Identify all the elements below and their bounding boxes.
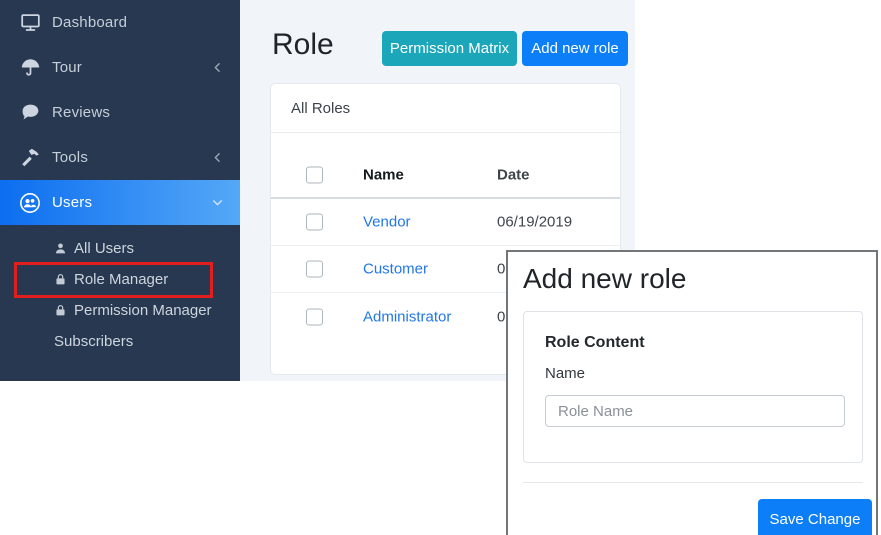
- sidebar-item-label: Users: [52, 194, 211, 211]
- column-header-name: Name: [363, 166, 404, 183]
- submenu-item-subscribers[interactable]: Subscribers: [0, 326, 240, 357]
- save-change-button[interactable]: Save Change: [758, 499, 872, 535]
- submenu-item-label: Subscribers: [54, 333, 133, 350]
- sidebar-item-dashboard[interactable]: Dashboard: [0, 0, 240, 45]
- submenu-item-all-users[interactable]: All Users: [0, 233, 240, 264]
- sidebar-item-tour[interactable]: Tour: [0, 45, 240, 90]
- add-new-role-modal: Add new role Role Content Name Save Chan…: [506, 250, 878, 535]
- name-field-label: Name: [545, 365, 862, 382]
- chevron-down-icon: [211, 196, 224, 209]
- sidebar-item-users[interactable]: Users: [0, 180, 240, 225]
- role-link-vendor[interactable]: Vendor: [363, 214, 411, 231]
- add-new-role-button[interactable]: Add new role: [522, 31, 628, 66]
- row-checkbox[interactable]: [306, 214, 323, 231]
- role-content-card: Role Content Name: [523, 311, 863, 463]
- sidebar-item-label: Reviews: [52, 104, 224, 121]
- row-checkbox[interactable]: [306, 261, 323, 278]
- lock-icon: [54, 273, 68, 287]
- table-row: Vendor 06/19/2019: [271, 199, 620, 246]
- role-link-customer[interactable]: Customer: [363, 261, 428, 278]
- umbrella-icon: [19, 57, 41, 79]
- submenu-item-permission-manager[interactable]: Permission Manager: [0, 295, 240, 326]
- permission-matrix-button[interactable]: Permission Matrix: [382, 31, 517, 66]
- submenu-item-label: Role Manager: [74, 271, 168, 288]
- sidebar-item-tools[interactable]: Tools: [0, 135, 240, 180]
- select-all-checkbox[interactable]: [306, 166, 323, 183]
- lock-icon: [54, 304, 68, 318]
- users-submenu: All Users Role Manager Permission Manage…: [0, 225, 240, 357]
- submenu-item-label: Permission Manager: [74, 302, 212, 319]
- chevron-left-icon: [211, 61, 224, 74]
- submenu-item-role-manager[interactable]: Role Manager: [0, 264, 240, 295]
- row-checkbox[interactable]: [306, 308, 323, 325]
- role-date: 06/19/2019: [497, 214, 572, 231]
- sidebar-item-label: Tour: [52, 59, 211, 76]
- column-header-date: Date: [497, 166, 530, 183]
- sidebar-item-label: Tools: [52, 149, 211, 166]
- chevron-left-icon: [211, 151, 224, 164]
- role-link-administrator[interactable]: Administrator: [363, 308, 451, 325]
- sidebar: Dashboard Tour Reviews Tools Users: [0, 0, 240, 381]
- role-name-input[interactable]: [545, 395, 845, 427]
- chat-icon: [19, 102, 41, 124]
- monitor-icon: [19, 12, 41, 34]
- submenu-item-label: All Users: [74, 240, 134, 257]
- page-title: Role: [272, 28, 334, 62]
- modal-title: Add new role: [523, 263, 876, 295]
- modal-divider: [523, 482, 863, 483]
- sidebar-item-label: Dashboard: [52, 14, 224, 31]
- hammer-icon: [19, 147, 41, 169]
- user-icon: [54, 242, 68, 256]
- sidebar-item-reviews[interactable]: Reviews: [0, 90, 240, 135]
- table-header-row: Name Date: [271, 152, 620, 199]
- card-header: All Roles: [271, 84, 620, 133]
- section-title: Role Content: [545, 334, 862, 352]
- users-icon: [19, 192, 41, 214]
